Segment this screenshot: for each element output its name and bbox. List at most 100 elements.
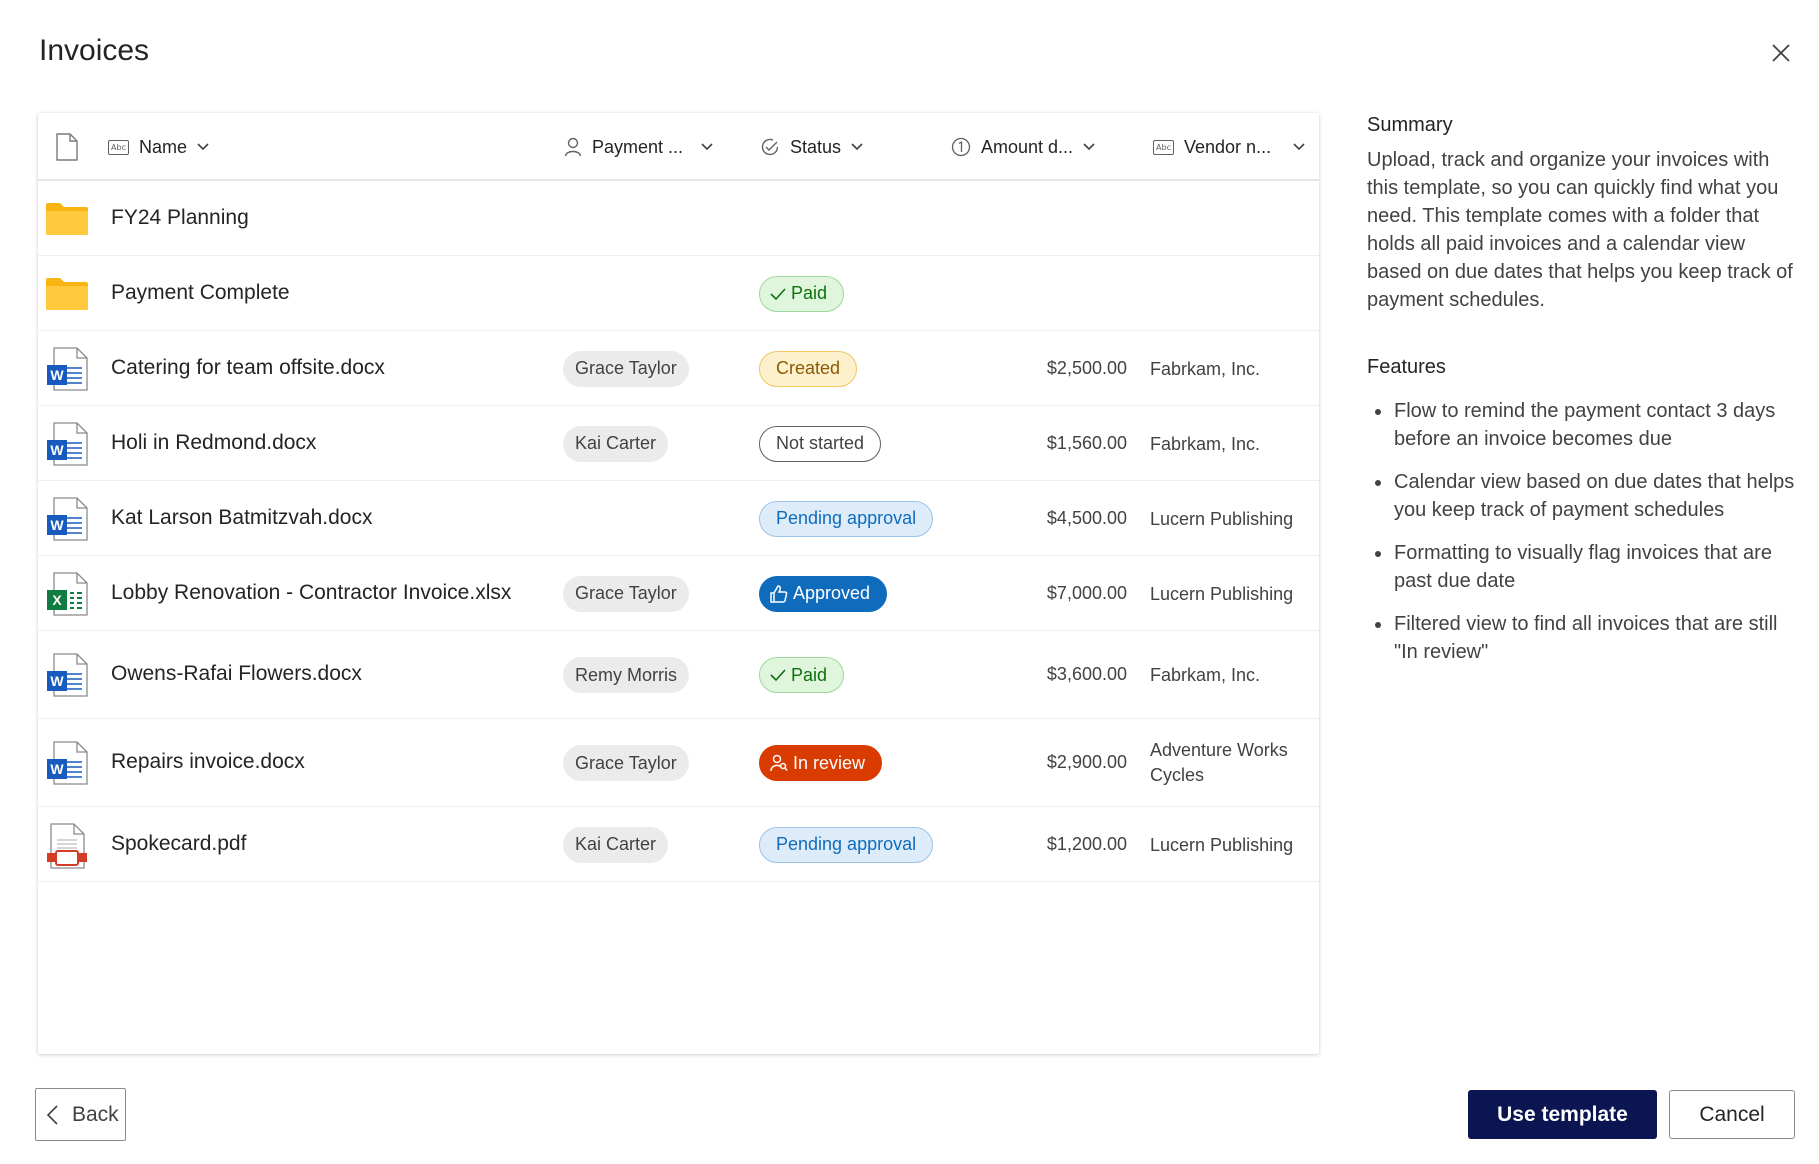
status-badge: Paid <box>759 275 845 312</box>
status-badge: Created <box>759 350 858 387</box>
column-header-name[interactable]: Abc Name <box>108 113 209 181</box>
table-row[interactable]: Payment Complete Paid <box>38 256 1319 331</box>
vendor-name: Fabrkam, Inc. <box>1150 665 1261 685</box>
pdf-document-icon <box>46 822 88 874</box>
amount-due: $1,560.00 <box>1046 432 1127 453</box>
payment-contact-pill[interactable]: Grace Taylor <box>563 575 689 612</box>
feature-item: Flow to remind the payment contact 3 day… <box>1367 397 1797 453</box>
file-name-link[interactable]: Spokecard.pdf <box>111 832 246 856</box>
feature-item: Filtered view to find all invoices that … <box>1367 610 1797 666</box>
column-header-status[interactable]: Status <box>760 113 863 181</box>
vendor-name: Lucern Publishing <box>1150 583 1294 604</box>
template-summary-panel: Summary Upload, track and organize your … <box>1367 114 1797 681</box>
file-name-link[interactable]: Kat Larson Batmitzvah.docx <box>111 506 372 530</box>
word-document-icon: W <box>46 741 88 790</box>
column-header-payment-contact[interactable]: Payment ... <box>564 113 713 181</box>
file-name-link[interactable]: Payment Complete <box>111 281 290 305</box>
features-heading: Features <box>1367 356 1446 378</box>
amount-due: $7,000.00 <box>1046 582 1127 603</box>
chevron-left-icon <box>46 1104 58 1125</box>
status-badge: Pending approval <box>759 826 934 863</box>
back-button-label: Back <box>72 1102 119 1126</box>
checkmark-icon <box>770 287 786 301</box>
chevron-down-icon <box>701 143 713 151</box>
column-header-amount[interactable]: Amount d... <box>951 113 1095 181</box>
text-field-icon: Abc <box>1153 139 1174 155</box>
chevron-down-icon <box>197 143 209 151</box>
thumbs-up-icon <box>770 584 788 603</box>
amount-due: $2,900.00 <box>1046 752 1127 772</box>
status-badge: Pending approval <box>759 500 934 537</box>
table-row[interactable]: W Repairs invoice.docx Grace Taylor In revi… <box>38 719 1319 807</box>
status-label: Not started <box>776 433 865 453</box>
column-header-label: Payment ... <box>592 136 684 157</box>
summary-heading: Summary <box>1367 114 1453 136</box>
close-icon <box>1772 44 1790 62</box>
payment-contact-pill[interactable]: Grace Taylor <box>563 745 689 781</box>
status-label: Created <box>776 358 841 378</box>
file-name-link[interactable]: Owens-Rafai Flowers.docx <box>111 662 362 686</box>
column-header-vendor[interactable]: Abc Vendor n... <box>1153 113 1305 181</box>
amount-due: $2,500.00 <box>1046 357 1127 378</box>
status-label: Pending approval <box>776 834 917 854</box>
folder-icon <box>46 277 88 315</box>
file-name-link[interactable]: Repairs invoice.docx <box>111 750 305 774</box>
file-type-column-header[interactable] <box>56 113 78 181</box>
status-label: Paid <box>791 664 828 685</box>
status-badge: In review <box>759 745 883 781</box>
folder-icon <box>46 202 88 240</box>
word-document-icon: W <box>46 496 88 546</box>
cancel-button[interactable]: Cancel <box>1669 1090 1795 1139</box>
back-button[interactable]: Back <box>35 1088 126 1141</box>
table-row[interactable]: W Kat Larson Batmitzvah.docx Pending appro… <box>38 481 1319 556</box>
table-row[interactable]: W Owens-Rafai Flowers.docx Remy Morris Paid… <box>38 631 1319 719</box>
excel-spreadsheet-icon: X <box>46 571 88 621</box>
feature-item: Calendar view based on due dates that he… <box>1367 468 1797 524</box>
status-label: In review <box>793 752 866 773</box>
status-label: Paid <box>791 283 828 303</box>
file-name-link[interactable]: Holi in Redmond.docx <box>111 431 316 455</box>
payment-contact-pill[interactable]: Kai Carter <box>563 425 669 462</box>
feature-item: Formatting to visually flag invoices tha… <box>1367 539 1797 595</box>
payment-contact-pill[interactable]: Remy Morris <box>563 657 689 693</box>
vendor-name: Lucern Publishing <box>1150 834 1294 855</box>
amount-due: $1,200.00 <box>1046 833 1127 854</box>
vendor-name: Adventure Works Cycles <box>1150 740 1288 785</box>
table-row[interactable]: X Lobby Renovation - Contractor Invoice.x… <box>38 556 1319 631</box>
use-template-button[interactable]: Use template <box>1468 1090 1657 1139</box>
table-row[interactable]: W Holi in Redmond.docx Kai Carter Not start… <box>38 406 1319 481</box>
word-document-icon: W <box>46 653 88 702</box>
file-icon <box>56 133 78 161</box>
status-badge: Paid <box>759 657 845 693</box>
svg-text:W: W <box>50 367 64 383</box>
check-circle-icon <box>761 138 779 156</box>
file-name-link[interactable]: Lobby Renovation - Contractor Invoice.xl… <box>111 581 511 605</box>
svg-text:W: W <box>50 673 64 689</box>
amount-due: $3,600.00 <box>1046 664 1127 684</box>
vendor-name: Lucern Publishing <box>1150 508 1294 529</box>
column-header-label: Name <box>139 136 188 157</box>
person-review-icon <box>770 754 788 772</box>
table-row[interactable]: FY24 Planning <box>38 181 1319 256</box>
amount-due: $4,500.00 <box>1046 507 1127 528</box>
person-icon <box>564 137 582 157</box>
chevron-down-icon <box>851 143 863 151</box>
file-name-link[interactable]: FY24 Planning <box>111 206 249 230</box>
file-name-link[interactable]: Catering for team offsite.docx <box>111 356 385 380</box>
summary-text: Upload, track and organize your invoices… <box>1367 149 1793 311</box>
dialog-title: Invoices <box>39 34 150 67</box>
vendor-name: Fabrkam, Inc. <box>1150 433 1261 454</box>
chevron-down-icon <box>1083 143 1095 151</box>
checkmark-icon <box>770 668 786 682</box>
close-button[interactable] <box>1764 36 1798 70</box>
text-field-icon: Abc <box>108 139 129 155</box>
column-header-label: Status <box>790 136 842 157</box>
svg-text:W: W <box>50 761 64 777</box>
svg-text:W: W <box>50 517 64 533</box>
payment-contact-pill[interactable]: Kai Carter <box>563 826 669 863</box>
payment-contact-pill[interactable]: Grace Taylor <box>563 350 689 387</box>
status-label: Approved <box>793 583 871 603</box>
svg-text:W: W <box>50 442 64 458</box>
table-row[interactable]: W Catering for team offsite.docx Grace Tay… <box>38 331 1319 406</box>
table-row[interactable]: Spokecard.pdf Kai Carter Pending approval $… <box>38 807 1319 882</box>
